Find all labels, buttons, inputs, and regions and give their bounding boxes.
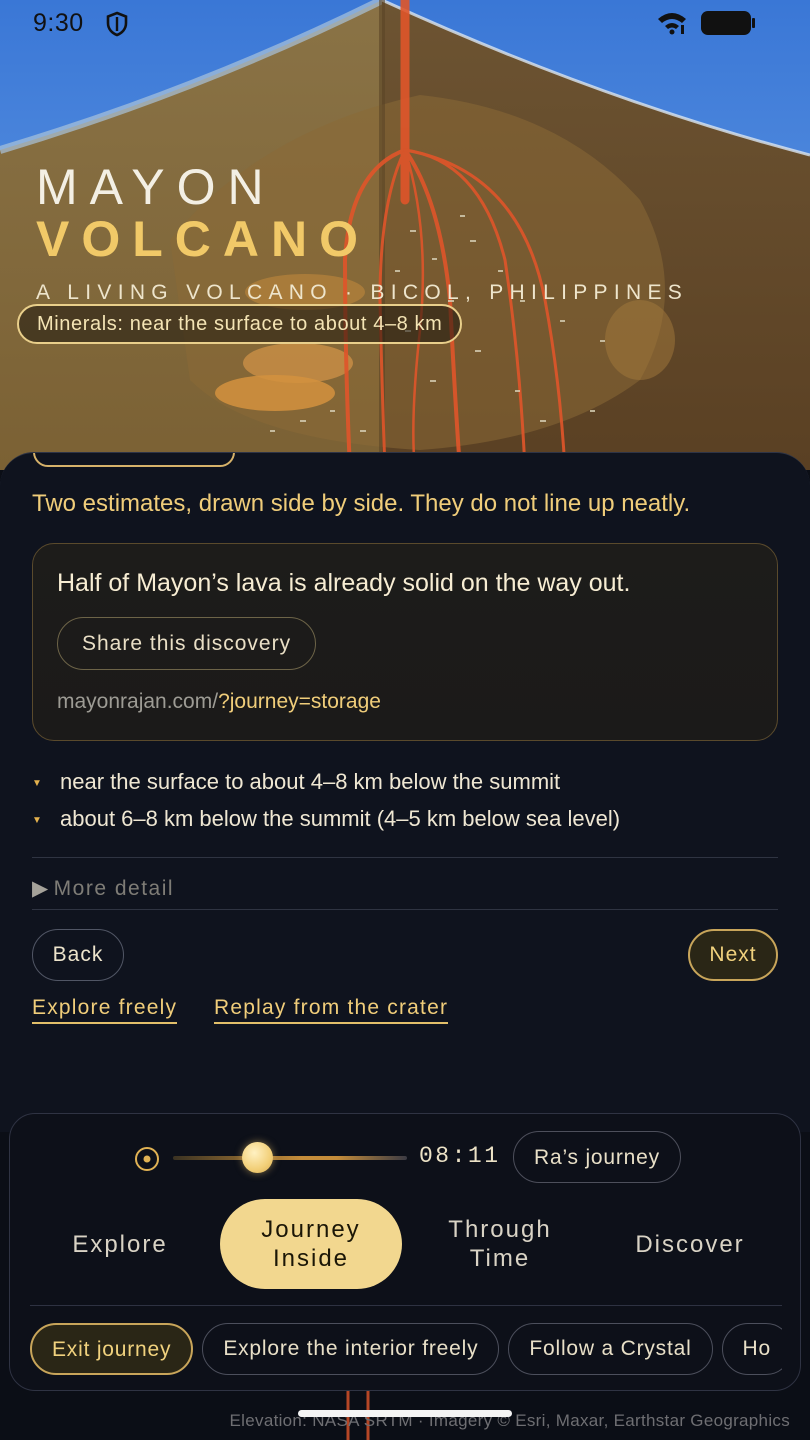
- discovery-title: Half of Mayon’s lava is already solid on…: [57, 569, 631, 597]
- status-bar: 9:30: [0, 0, 810, 46]
- timeline-slider[interactable]: [173, 1156, 407, 1160]
- wifi-icon: [656, 11, 688, 40]
- tab-label: Through Time: [448, 1216, 552, 1272]
- timeline-slider-thumb[interactable]: [241, 1142, 273, 1173]
- disclosure-triangle-icon: ▶: [32, 877, 50, 900]
- follow-crystal-chip[interactable]: Follow a Crystal: [508, 1323, 713, 1375]
- tab-journey-inside[interactable]: Journey Inside: [220, 1199, 402, 1289]
- list-item: ▼ about 6–8 km below the summit (4–5 km b…: [32, 803, 778, 840]
- shield-icon: [105, 11, 129, 42]
- truncated-chip[interactable]: Ho: [721, 1323, 782, 1375]
- target-icon[interactable]: [134, 1146, 160, 1177]
- fact-text: about 6–8 km below the summit (4–5 km be…: [60, 806, 621, 831]
- back-button[interactable]: Back: [32, 929, 124, 981]
- discovery-link[interactable]: mayonrajan.com/?journey=storage: [57, 690, 381, 714]
- tab-label: Journey Inside: [261, 1216, 361, 1272]
- discovery-link-base: mayonrajan.com/: [57, 690, 219, 713]
- tab-label: Explore: [72, 1230, 168, 1258]
- divider: [30, 1305, 782, 1306]
- title-line-1: MAYON: [36, 159, 276, 215]
- battery-icon: [700, 10, 756, 41]
- more-detail-toggle[interactable]: ▶ More detail: [32, 876, 174, 901]
- exit-journey-chip[interactable]: Exit journey: [30, 1323, 194, 1375]
- hero-subtitle: A LIVING VOLCANO · BICOL, PHILIPPINES: [36, 281, 689, 304]
- discovery-link-query: ?journey=storage: [218, 690, 381, 713]
- tab-explore[interactable]: Explore: [50, 1199, 190, 1289]
- bullet-icon: ▼: [32, 815, 42, 826]
- share-discovery-button[interactable]: Share this discovery: [57, 617, 317, 670]
- ras-journey-button[interactable]: Ra’s journey: [513, 1131, 681, 1183]
- more-detail-label: More detail: [53, 877, 175, 900]
- explore-freely-link[interactable]: Explore freely: [32, 996, 178, 1024]
- estimate-list: ▼ near the surface to about 4–8 km below …: [32, 766, 778, 840]
- panel-intro: Two estimates, drawn side by side. They …: [32, 490, 691, 517]
- timeline-time: 08:11: [419, 1143, 501, 1169]
- discovery-card: Half of Mayon’s lava is already solid on…: [32, 543, 778, 741]
- divider: [32, 909, 778, 910]
- tab-through-time[interactable]: Through Time: [420, 1199, 580, 1289]
- divider: [32, 857, 778, 858]
- journey-chips: Exit journey Explore the interior freely F…: [30, 1323, 782, 1378]
- title-line-2: VOLCANO: [36, 211, 370, 267]
- home-indicator[interactable]: [298, 1410, 512, 1417]
- minerals-depth-chip[interactable]: Minerals: near the surface to about 4–8 …: [17, 304, 463, 344]
- tab-discover[interactable]: Discover: [610, 1199, 770, 1289]
- bullet-icon: ▼: [32, 778, 42, 789]
- scrolled-chip: [33, 453, 235, 467]
- explore-interior-chip[interactable]: Explore the interior freely: [202, 1323, 500, 1375]
- journey-panel: Two estimates, drawn side by side. They …: [0, 452, 810, 1132]
- tab-label: Discover: [635, 1230, 745, 1258]
- navigation-dock: 08:11 Ra’s journey Explore Journey Insid…: [9, 1113, 801, 1391]
- replay-from-crater-link[interactable]: Replay from the crater: [214, 996, 449, 1024]
- status-time: 9:30: [33, 9, 84, 37]
- list-item: ▼ near the surface to about 4–8 km below …: [32, 766, 778, 803]
- fact-text: near the surface to about 4–8 km below t…: [60, 769, 561, 794]
- next-button[interactable]: Next: [688, 929, 778, 981]
